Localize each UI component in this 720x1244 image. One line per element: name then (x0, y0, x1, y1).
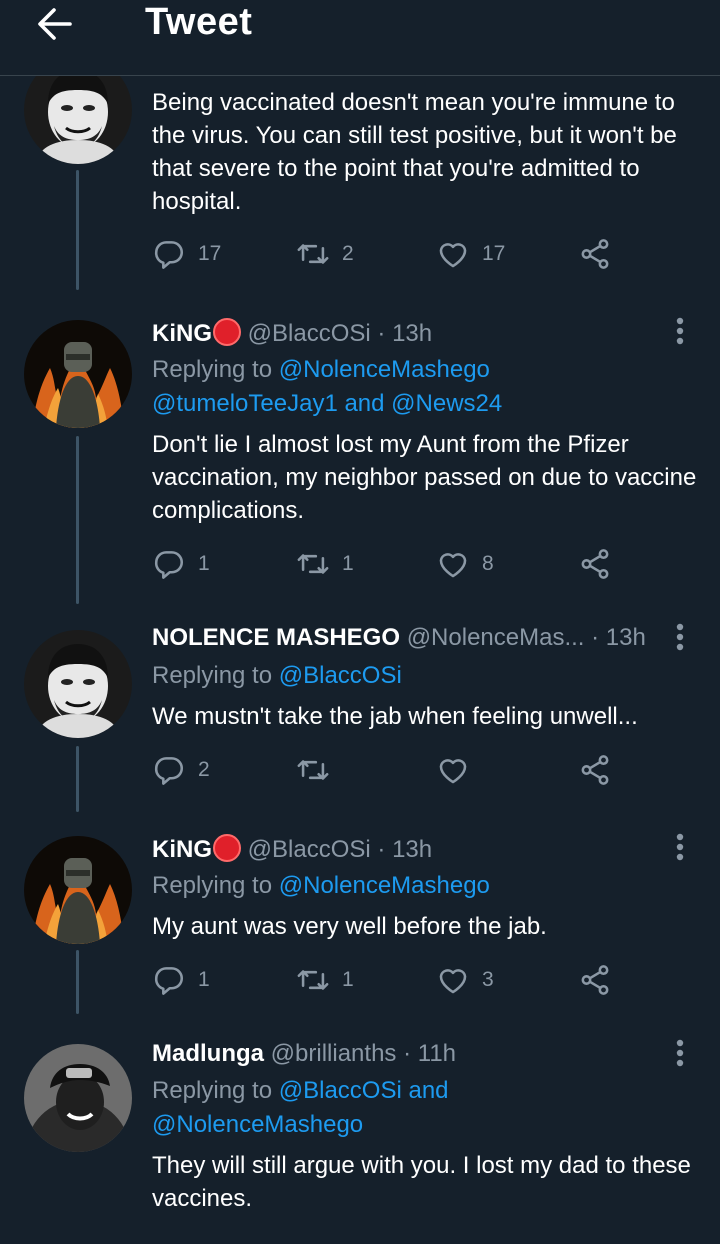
page-title: Tweet (145, 1, 253, 43)
reply-button[interactable]: 1 (152, 960, 210, 1000)
retweet-icon (296, 237, 330, 271)
reply-button[interactable]: 2 (152, 750, 210, 790)
like-count: 3 (482, 968, 494, 991)
handle[interactable]: @brillianths (271, 1040, 397, 1067)
share-button[interactable] (578, 750, 624, 790)
reply-button[interactable]: 1 (152, 544, 210, 584)
replying-to-label: Replying to (152, 356, 273, 383)
mention-link[interactable]: @BlaccOSi and (279, 1077, 449, 1104)
thread-line (76, 170, 79, 290)
like-count: 17 (482, 242, 506, 265)
display-name[interactable]: KiNG (152, 320, 212, 347)
avatar-king[interactable] (24, 836, 132, 944)
display-name[interactable]: NOLENCE MASHEGO (152, 624, 400, 651)
retweet-count: 2 (342, 242, 354, 265)
mention-link[interactable]: @NolenceMashego (152, 1108, 363, 1142)
mention-link[interactable]: @tumeloTeeJay1 and @News24 (152, 387, 502, 421)
reply-count: 1 (198, 968, 210, 991)
retweet-button[interactable]: 1 (296, 960, 354, 1000)
tweet-header: NOLENCE MASHEGO @NolenceMas... · 13h (152, 624, 646, 652)
like-button[interactable]: 3 (436, 960, 494, 1000)
display-name[interactable]: Madlunga (152, 1040, 264, 1067)
thread-line (76, 436, 79, 604)
heart-icon (436, 237, 470, 271)
reply-count: 17 (198, 242, 222, 265)
tweet-text: They will still argue with you. I lost m… (152, 1152, 691, 1212)
like-button[interactable]: 17 (436, 234, 505, 274)
share-icon (578, 547, 612, 581)
handle[interactable]: @BlaccOSi (248, 836, 371, 863)
top-bar: Tweet (0, 0, 720, 76)
replying-to: Replying to @NolenceMashego (152, 353, 490, 387)
tweet-header: KiNG @BlaccOSi · 13h (152, 834, 432, 864)
timestamp: · 13h (591, 624, 646, 651)
mention-link[interactable]: @NolenceMashego (279, 872, 490, 899)
back-arrow-icon[interactable] (30, 2, 80, 46)
heart-icon (436, 963, 470, 997)
red-circle-icon (213, 318, 241, 346)
tweet-text: Don't lie I almost lost my Aunt from the… (152, 431, 697, 524)
thread-line (76, 950, 79, 1014)
like-button[interactable]: 8 (436, 544, 494, 584)
avatar-madlunga[interactable] (24, 1044, 132, 1152)
share-icon (578, 963, 612, 997)
retweet-button[interactable] (296, 750, 342, 790)
tweet-actions: 1 1 3 (152, 960, 622, 1000)
reply-count: 1 (198, 552, 210, 575)
share-icon (578, 237, 612, 271)
handle[interactable]: @NolenceMas... (407, 624, 585, 651)
replying-to-label: Replying to (152, 872, 273, 899)
share-button[interactable] (578, 544, 624, 584)
avatar-king[interactable] (24, 320, 132, 428)
like-button[interactable] (436, 750, 482, 790)
replying-to: Replying to @NolenceMashego (152, 869, 490, 903)
reply-icon (152, 963, 186, 997)
heart-icon (436, 547, 470, 581)
reply-icon (152, 753, 186, 787)
reply-icon (152, 237, 186, 271)
mention-link[interactable]: @NolenceMashego (279, 356, 490, 383)
tweet-actions: 2 (152, 750, 622, 790)
more-options-icon[interactable] (666, 622, 694, 652)
tweet-header: Madlunga @brillianths · 11h (152, 1040, 456, 1068)
tweet-text: Being vaccinated doesn't mean you're imm… (152, 89, 677, 215)
thread-line (76, 746, 79, 812)
display-name[interactable]: KiNG (152, 836, 212, 863)
more-options-icon[interactable] (666, 832, 694, 862)
replying-to-label: Replying to (152, 662, 273, 689)
retweet-icon (296, 963, 330, 997)
avatar-nolence[interactable] (24, 630, 132, 738)
share-icon (578, 753, 612, 787)
reply-button[interactable]: 17 (152, 234, 221, 274)
mention-link[interactable]: @BlaccOSi (279, 662, 402, 689)
share-button[interactable] (578, 960, 624, 1000)
timestamp: · 13h (377, 320, 433, 347)
more-options-icon[interactable] (666, 316, 694, 346)
reply-count: 2 (198, 758, 210, 781)
replying-to-label: Replying to (152, 1077, 273, 1104)
heart-icon (436, 753, 470, 787)
like-count: 8 (482, 552, 494, 575)
tweet-actions: 17 2 17 (152, 234, 622, 274)
retweet-count: 1 (342, 968, 354, 991)
more-options-icon[interactable] (666, 1038, 694, 1068)
retweet-count: 1 (342, 552, 354, 575)
tweet-text: We mustn't take the jab when feeling unw… (152, 703, 638, 730)
tweet-header: KiNG @BlaccOSi · 13h (152, 318, 432, 348)
red-circle-icon (213, 834, 241, 862)
retweet-icon (296, 547, 330, 581)
reply-icon (152, 547, 186, 581)
retweet-icon (296, 753, 330, 787)
retweet-button[interactable]: 2 (296, 234, 354, 274)
handle[interactable]: @BlaccOSi (248, 320, 371, 347)
timestamp: · 13h (377, 836, 433, 863)
replying-to: Replying to @BlaccOSi and (152, 1074, 449, 1108)
tweet-text: My aunt was very well before the jab. (152, 913, 547, 940)
timestamp: · 11h (403, 1040, 457, 1067)
replying-to: Replying to @BlaccOSi (152, 659, 402, 693)
share-button[interactable] (578, 234, 624, 274)
retweet-button[interactable]: 1 (296, 544, 354, 584)
tweet-actions: 1 1 8 (152, 544, 622, 584)
